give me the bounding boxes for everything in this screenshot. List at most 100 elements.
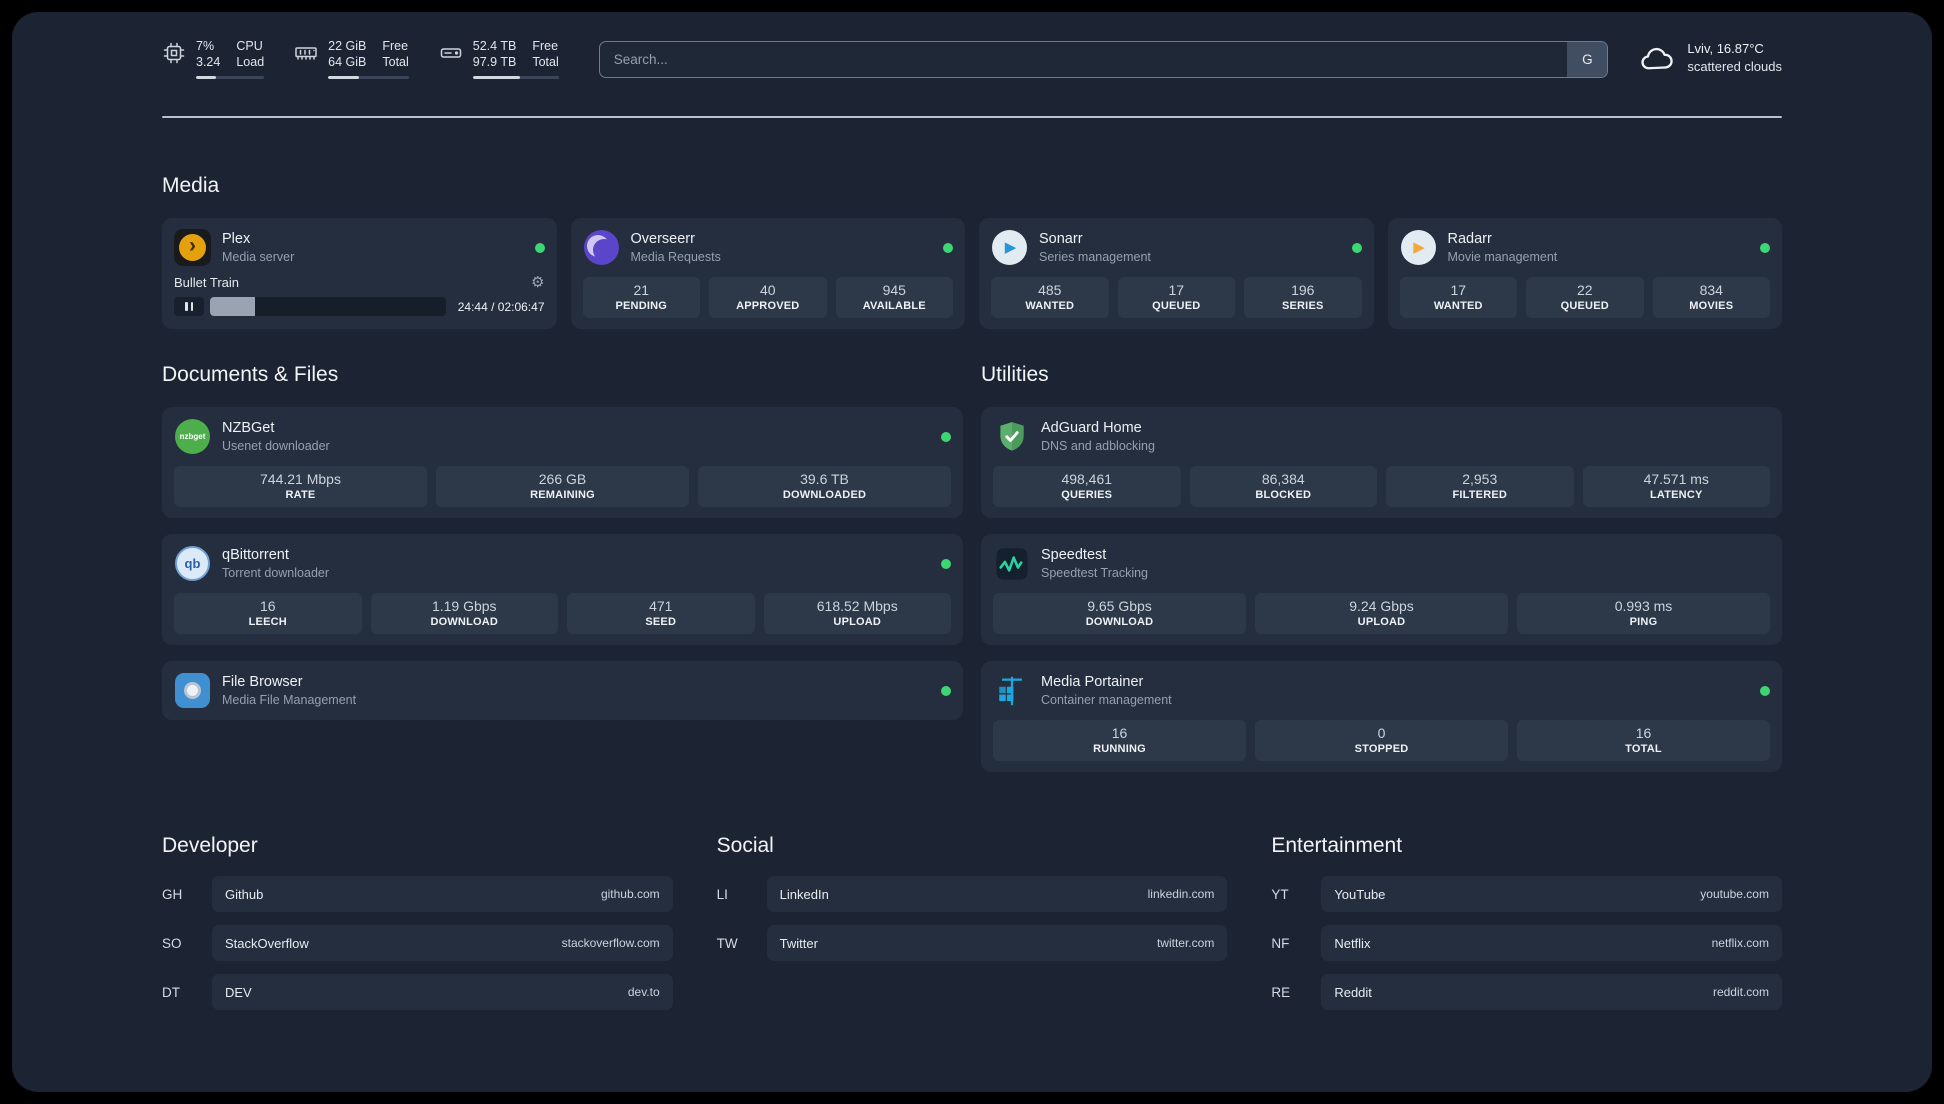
portainer-card[interactable]: Media Portainer Container management 16 …	[981, 661, 1782, 772]
documents-column: Documents & Files nzbget NZBGet Usenet d…	[162, 363, 963, 720]
plex-settings-gear-icon[interactable]: ⚙	[531, 275, 544, 290]
bookmark-abbr: TW	[716, 935, 738, 951]
plex-progress-fill	[210, 297, 255, 316]
sonarr-subtitle: Series management	[1039, 249, 1151, 264]
bookmark-abbr: LI	[716, 886, 728, 902]
overseerr-subtitle: Media Requests	[630, 249, 721, 264]
disk-widget: 52.4 TB 97.9 TB Free Total	[439, 38, 559, 79]
qbittorrent-stat-upload: 618.52 Mbps UPLOAD	[763, 593, 951, 634]
speedtest-card[interactable]: Speedtest Speedtest Tracking 9.65 Gbps D…	[981, 534, 1782, 645]
sonarr-name: Sonarr	[1039, 230, 1083, 247]
portainer-name: Media Portainer	[1041, 673, 1144, 690]
plex-pause-button[interactable]	[174, 297, 204, 316]
memory-icon	[295, 47, 317, 60]
search-input[interactable]	[598, 41, 1609, 78]
radarr-subtitle: Movie management	[1447, 249, 1558, 264]
bookmark-row-reddit: RE Reddit reddit.com	[1271, 974, 1782, 1010]
portainer-crane-icon	[993, 672, 1030, 709]
disk-total-value: 97.9 TB	[472, 55, 517, 70]
adguard-stat-latency: 47.571 ms LATENCY	[1582, 466, 1770, 507]
cpu-label-top: CPU	[236, 39, 263, 53]
plex-icon: ›	[174, 229, 211, 266]
sonarr-stat-queued: 17 QUEUED	[1117, 277, 1235, 318]
cpu-percent: 7%	[196, 39, 215, 53]
memory-progress-fill	[328, 75, 359, 79]
nzbget-card[interactable]: nzbget NZBGet Usenet downloader 744.21 M…	[162, 407, 963, 518]
plex-progress-track[interactable]	[210, 297, 446, 316]
cloud-icon	[1641, 48, 1674, 70]
radarr-icon: ▶	[1400, 229, 1437, 266]
bookmark-abbr: SO	[162, 935, 182, 951]
bookmark-link-youtube[interactable]: YouTube youtube.com	[1321, 876, 1782, 912]
plex-card[interactable]: › Plex Media server Bullet Train ⚙ 24:44…	[162, 218, 557, 329]
disk-free-label: Free	[532, 39, 559, 53]
search-provider-button[interactable]: G	[1567, 42, 1608, 77]
memory-total-value: 64 GiB	[328, 55, 367, 70]
weather-widget[interactable]: Lviv, 16.87°C scattered clouds	[1638, 40, 1782, 76]
nzbget-stat-rate: 744.21 Mbps RATE	[174, 466, 427, 507]
qbittorrent-card[interactable]: qb qBittorrent Torrent downloader 16 LEE…	[162, 534, 963, 645]
bookmark-abbr: GH	[162, 886, 183, 902]
speedtest-name: Speedtest	[1041, 546, 1107, 563]
bookmark-link-reddit[interactable]: Reddit reddit.com	[1321, 974, 1782, 1010]
bookmark-row-linkedin: LI LinkedIn linkedin.com	[717, 876, 1228, 912]
cpu-icon	[163, 42, 185, 64]
bookmark-link-netflix[interactable]: Netflix netflix.com	[1321, 925, 1782, 961]
radarr-card[interactable]: ▶ Radarr Movie management 17 WANTED 22 Q…	[1387, 218, 1782, 329]
cpu-load-value: 3.24	[196, 55, 221, 70]
overseerr-status-dot	[943, 242, 953, 253]
sonarr-card[interactable]: ▶ Sonarr Series management 485 WANTED 17…	[979, 218, 1374, 329]
overseerr-icon	[583, 229, 620, 266]
section-title-developer: Developer	[162, 834, 258, 857]
filebrowser-card[interactable]: File Browser Media File Management	[162, 661, 963, 720]
adguard-card[interactable]: AdGuard Home DNS and adblocking 498,461 …	[981, 407, 1782, 518]
adguard-stat-blocked: 86,384 BLOCKED	[1189, 466, 1377, 507]
section-title-entertainment: Entertainment	[1271, 834, 1403, 857]
plex-subtitle: Media server	[222, 249, 295, 264]
qbittorrent-name: qBittorrent	[222, 546, 289, 563]
bookmark-abbr: YT	[1271, 886, 1289, 902]
sonarr-stat-wanted: 485 WANTED	[991, 277, 1109, 318]
bookmark-link-github[interactable]: Github github.com	[212, 876, 673, 912]
disk-progress-fill	[472, 75, 521, 79]
overseerr-card[interactable]: Overseerr Media Requests 21 PENDING 40 A…	[570, 218, 965, 329]
portainer-stat-running: 16 RUNNING	[993, 720, 1246, 761]
bookmark-link-stackoverflow[interactable]: StackOverflow stackoverflow.com	[212, 925, 673, 961]
utilities-column: Utilities AdGuard Home DNS and adblockin…	[981, 363, 1782, 772]
overseerr-name: Overseerr	[630, 230, 695, 247]
speedtest-pulse-icon	[993, 545, 1030, 582]
sonarr-status-dot	[1351, 242, 1362, 253]
search-bar: G	[598, 41, 1609, 78]
nzbget-name: NZBGet	[222, 419, 275, 436]
portainer-stat-total: 16 TOTAL	[1517, 720, 1770, 761]
filebrowser-name: File Browser	[222, 673, 303, 690]
bookmark-abbr: RE	[1271, 984, 1291, 1000]
bookmark-row-netflix: NF Netflix netflix.com	[1271, 925, 1782, 961]
bookmark-row-stackoverflow: SO StackOverflow stackoverflow.com	[162, 925, 673, 961]
bookmark-row-github: GH Github github.com	[162, 876, 673, 912]
overseerr-stat-available: 945 AVAILABLE	[835, 277, 953, 318]
nzbget-status-dot	[941, 431, 951, 442]
nzbget-subtitle: Usenet downloader	[222, 438, 330, 453]
plex-now-playing-title: Bullet Train	[174, 275, 240, 290]
plex-name: Plex	[222, 230, 251, 247]
pause-icon	[190, 302, 193, 311]
cpu-progress-bar	[196, 75, 265, 79]
bookmark-abbr: DT	[162, 984, 180, 1000]
bookmark-link-twitter[interactable]: Twitter twitter.com	[766, 925, 1228, 961]
nzbget-icon: nzbget	[174, 418, 211, 455]
plex-chevron-glyph: ›	[189, 233, 196, 257]
bookmarks-social: Social LI LinkedIn linkedin.com TW Twitt…	[717, 834, 1228, 1010]
media-card-grid: › Plex Media server Bullet Train ⚙ 24:44…	[162, 218, 1782, 329]
filebrowser-status-dot	[941, 685, 951, 696]
bookmark-link-linkedin[interactable]: LinkedIn linkedin.com	[766, 876, 1228, 912]
disk-free-value: 52.4 TB	[472, 39, 517, 53]
adguard-stat-filtered: 2,953 FILTERED	[1386, 466, 1574, 507]
portainer-stat-stopped: 0 STOPPED	[1255, 720, 1508, 761]
adguard-name: AdGuard Home	[1041, 419, 1142, 436]
plex-playback-time: 24:44 / 02:06:47	[457, 299, 545, 314]
qbittorrent-stat-leech: 16 LEECH	[174, 593, 362, 634]
memory-progress-bar	[328, 75, 409, 79]
plex-status-dot	[534, 242, 545, 253]
bookmark-link-dev[interactable]: DEV dev.to	[212, 974, 673, 1010]
